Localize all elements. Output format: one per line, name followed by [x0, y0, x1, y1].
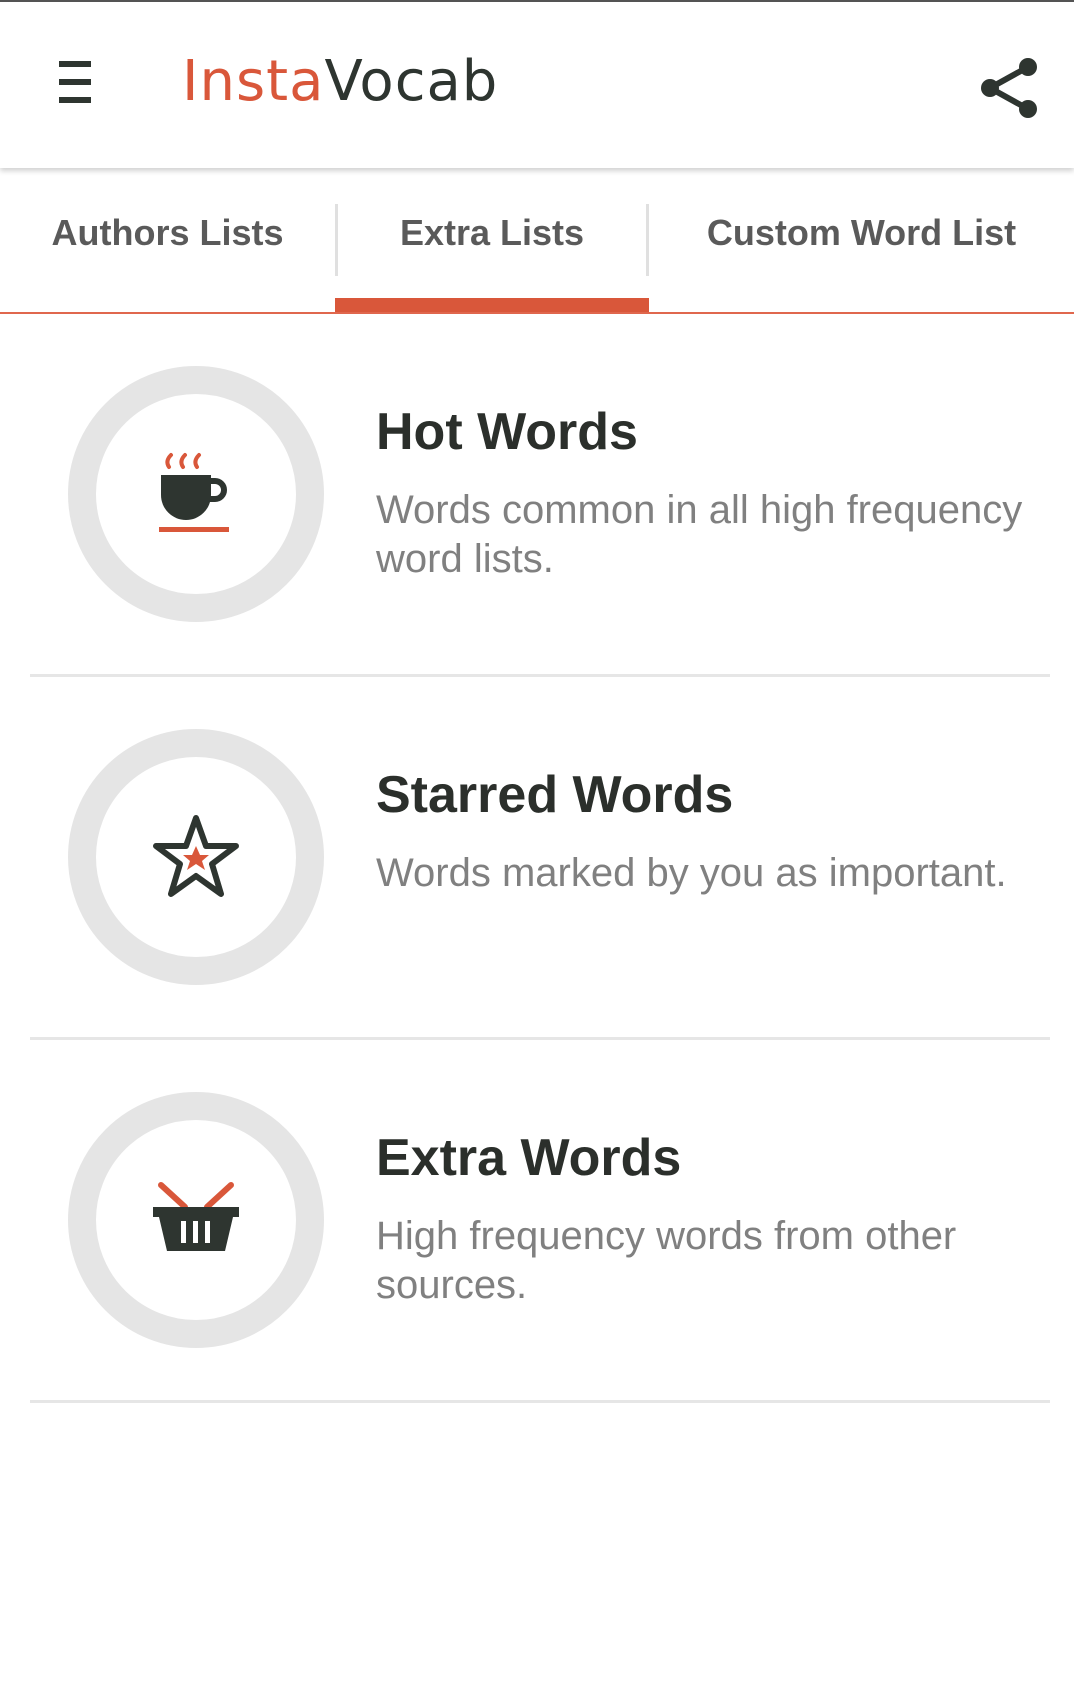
- share-button[interactable]: [970, 48, 1050, 128]
- share-icon: [981, 58, 1037, 118]
- tab-authors-lists[interactable]: Authors Lists: [0, 168, 335, 312]
- tab-extra-lists[interactable]: Extra Lists: [335, 168, 649, 312]
- app-bar: InstaVocab: [0, 2, 1074, 168]
- tab-label: Authors Lists: [51, 212, 284, 253]
- tab-bar: Authors Lists Extra Lists Custom Word Li…: [0, 168, 1074, 314]
- list-title: Hot Words: [376, 403, 638, 461]
- list-description: Words common in all high frequency word …: [376, 488, 1023, 581]
- list-title: Starred Words: [376, 766, 734, 824]
- selected-tab-indicator: [335, 298, 649, 312]
- list-item-hot-words[interactable]: Hot Words Words common in all high frequ…: [0, 314, 1074, 677]
- tab-label: Extra Lists: [399, 212, 585, 253]
- basket-icon: [153, 1182, 239, 1251]
- icon-ring: [68, 366, 324, 622]
- hamburger-menu-icon: [59, 61, 91, 103]
- row-divider: [30, 1400, 1050, 1403]
- tab-custom-word-list[interactable]: Custom Word List: [649, 168, 1074, 312]
- list-item-starred-words[interactable]: Starred Words Words marked by you as imp…: [0, 677, 1074, 1040]
- star-icon: [153, 815, 239, 897]
- tab-label: Custom Word List: [706, 212, 1017, 253]
- list-description: High frequency words from other sources.: [376, 1214, 957, 1307]
- app-title-vocab: Vocab: [324, 49, 499, 114]
- list-item-extra-words[interactable]: Extra Words High frequency words from ot…: [0, 1040, 1074, 1403]
- list-title: Extra Words: [376, 1129, 682, 1187]
- list-description: Words marked by you as important.: [376, 851, 1007, 895]
- icon-ring: [68, 729, 324, 985]
- word-list-menu: Hot Words Words common in all high frequ…: [0, 314, 1074, 1403]
- app-title: InstaVocab: [182, 42, 498, 122]
- tab-divider: [335, 204, 338, 276]
- hot-coffee-cup-icon: [159, 453, 229, 532]
- app-title-insta: Insta: [182, 49, 325, 114]
- menu-button[interactable]: [48, 52, 102, 112]
- icon-ring: [68, 1092, 324, 1348]
